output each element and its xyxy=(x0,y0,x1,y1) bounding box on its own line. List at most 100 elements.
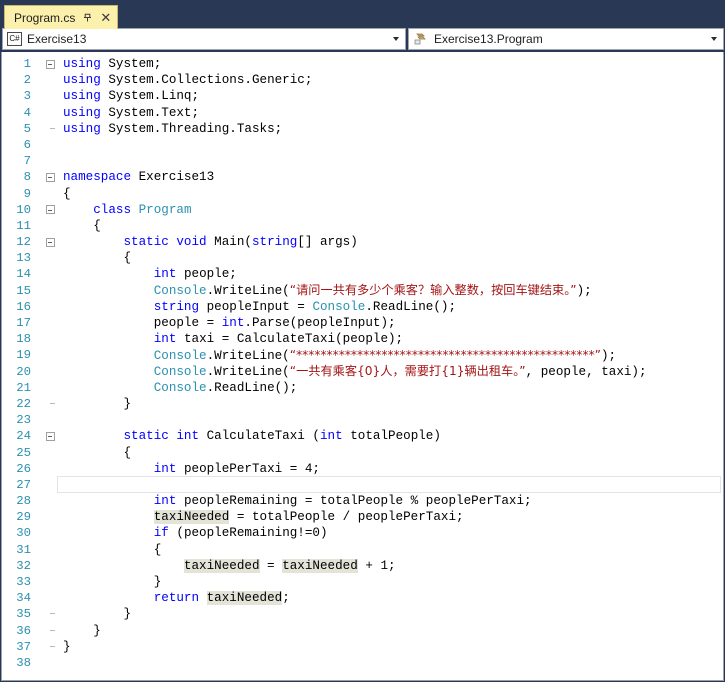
code-line[interactable]: 14 int people; xyxy=(2,266,723,282)
code-token: taxiNeeded xyxy=(183,477,260,492)
code-line[interactable]: 15 Console.WriteLine(“请问一共有多少个乘客？输入整数，按回… xyxy=(2,283,723,299)
collapse-icon[interactable] xyxy=(45,172,55,182)
code-line[interactable]: 9{ xyxy=(2,186,723,202)
code-token: { xyxy=(63,186,71,201)
code-line[interactable]: 11 { xyxy=(2,218,723,234)
code-token: people = xyxy=(63,316,222,330)
outlining-glyph[interactable] xyxy=(43,431,57,441)
collapse-icon[interactable] xyxy=(45,59,55,69)
outlining-glyph[interactable] xyxy=(43,172,57,182)
visual-studio-window: Program.cs ✕ C# Exercise13 Exercise13.Pr… xyxy=(0,0,725,682)
code-line[interactable]: 38 xyxy=(2,655,723,671)
code-line[interactable]: 2 using System.Collections.Generic; xyxy=(2,72,723,88)
code-line[interactable]: 1 using System; xyxy=(2,56,723,72)
code-line[interactable]: 26 int peoplePerTaxi = 4; xyxy=(2,461,723,477)
code-line[interactable]: 35 } xyxy=(2,606,723,622)
code-text: } xyxy=(57,623,723,639)
code-token: “一共有乘客{0}人，需要打{1}辆出租车。” xyxy=(289,364,526,379)
code-token: .WriteLine( xyxy=(206,284,290,299)
code-text: int taxiNeeded; xyxy=(57,476,723,493)
code-token: string xyxy=(153,299,200,314)
code-line[interactable]: 27 int taxiNeeded; xyxy=(2,476,723,494)
code-line[interactable]: 5 using System.Threading.Tasks; xyxy=(2,121,723,137)
code-text: } xyxy=(57,606,723,622)
code-line[interactable]: 20 Console.WriteLine(“一共有乘客{0}人，需要打{1}辆出… xyxy=(2,364,723,380)
code-line[interactable]: 21 Console.ReadLine(); xyxy=(2,380,723,396)
code-line[interactable]: 34 return taxiNeeded; xyxy=(2,590,723,606)
code-line[interactable]: 22 } xyxy=(2,396,723,412)
chevron-down-icon[interactable] xyxy=(389,29,403,49)
code-line[interactable]: 6 xyxy=(2,137,723,153)
close-icon[interactable]: ✕ xyxy=(100,11,111,24)
code-token: Console xyxy=(312,299,366,314)
code-text: int peopleRemaining = totalPeople % peop… xyxy=(57,493,723,509)
code-line[interactable]: 36 } xyxy=(2,623,723,639)
code-lines-container[interactable]: 1 using System; 2 using System.Collections.… xyxy=(2,52,723,680)
line-number: 12 xyxy=(16,235,31,250)
code-token: ); xyxy=(600,348,617,363)
outlining-glyph[interactable] xyxy=(43,205,57,215)
code-text: using System.Collections.Generic; xyxy=(57,72,723,88)
code-token: ; xyxy=(282,591,290,606)
collapse-icon[interactable] xyxy=(45,431,55,441)
code-token: peoplePerTaxi = 4; xyxy=(176,461,320,476)
code-text: return taxiNeeded; xyxy=(57,590,723,606)
code-token: namespace xyxy=(63,170,139,185)
code-line[interactable]: 8 namespace Exercise13 xyxy=(2,169,723,185)
class-dropdown[interactable]: Exercise13.Program xyxy=(408,28,724,50)
code-line[interactable]: 18 int taxi = CalculateTaxi(people); xyxy=(2,331,723,347)
code-line[interactable]: 4 using System.Text; xyxy=(2,105,723,121)
code-token: people; xyxy=(176,267,237,282)
code-line[interactable]: 23 xyxy=(2,412,723,428)
code-text: Console.WriteLine(“*********************… xyxy=(57,347,723,364)
class-method-icon xyxy=(413,32,429,46)
code-line[interactable]: 25 { xyxy=(2,445,723,461)
code-token: int xyxy=(153,494,177,509)
code-line[interactable]: 24 static int CalculateTaxi (int totalPe… xyxy=(2,428,723,444)
line-number: 1 xyxy=(23,57,31,71)
namespace-dropdown[interactable]: C# Exercise13 xyxy=(2,28,406,50)
code-line[interactable]: 3 using System.Linq; xyxy=(2,88,723,104)
code-line[interactable]: 37} xyxy=(2,639,723,655)
code-token: Console xyxy=(153,348,207,363)
line-number: 25 xyxy=(16,445,31,460)
code-line[interactable]: 17 people = int.Parse(peopleInput); xyxy=(2,315,723,331)
code-line[interactable]: 13 { xyxy=(2,250,723,266)
code-line[interactable]: 31 { xyxy=(2,542,723,558)
navigation-bar: C# Exercise13 Exercise13.Program xyxy=(0,28,725,52)
csharp-icon: C# xyxy=(7,32,22,46)
code-line[interactable]: 7 xyxy=(2,153,723,169)
collapse-icon[interactable] xyxy=(45,205,55,215)
code-line[interactable]: 19 Console.WriteLine(“******************… xyxy=(2,347,723,363)
code-text: string peopleInput = Console.ReadLine(); xyxy=(57,299,723,315)
outlining-glyph[interactable] xyxy=(43,237,57,247)
line-number: 38 xyxy=(16,655,31,670)
code-line[interactable]: 29 taxiNeeded = totalPeople / peoplePerT… xyxy=(2,509,723,525)
code-text: namespace Exercise13 xyxy=(57,169,723,185)
code-token: using xyxy=(63,57,109,71)
code-text: { xyxy=(57,186,723,202)
code-token: “***************************************… xyxy=(289,347,601,362)
code-line[interactable]: 30 if (peopleRemaining!=0) xyxy=(2,525,723,541)
code-token: } xyxy=(63,396,132,411)
collapse-icon[interactable] xyxy=(45,237,55,247)
tab-program-cs[interactable]: Program.cs ✕ xyxy=(4,5,119,29)
code-line[interactable]: 32 taxiNeeded = taxiNeeded + 1; xyxy=(2,558,723,574)
code-text: static void Main(string[] args) xyxy=(57,234,723,250)
code-line[interactable]: 10 class Program xyxy=(2,202,723,218)
line-number: 4 xyxy=(23,105,31,120)
code-line[interactable]: 16 string peopleInput = Console.ReadLine… xyxy=(2,299,723,315)
line-number: 8 xyxy=(23,170,31,185)
outlining-glyph[interactable] xyxy=(43,59,57,69)
code-token: ); xyxy=(576,284,592,299)
chevron-down-icon[interactable] xyxy=(707,29,721,49)
code-line[interactable]: 12 static void Main(string[] args) xyxy=(2,234,723,250)
code-text: { xyxy=(57,542,723,558)
code-line[interactable]: 33 } xyxy=(2,574,723,590)
code-line[interactable]: 28 int peopleRemaining = totalPeople % p… xyxy=(2,493,723,509)
code-editor[interactable]: 1 using System; 2 using System.Collections.… xyxy=(1,52,724,681)
pin-icon[interactable] xyxy=(82,12,93,23)
